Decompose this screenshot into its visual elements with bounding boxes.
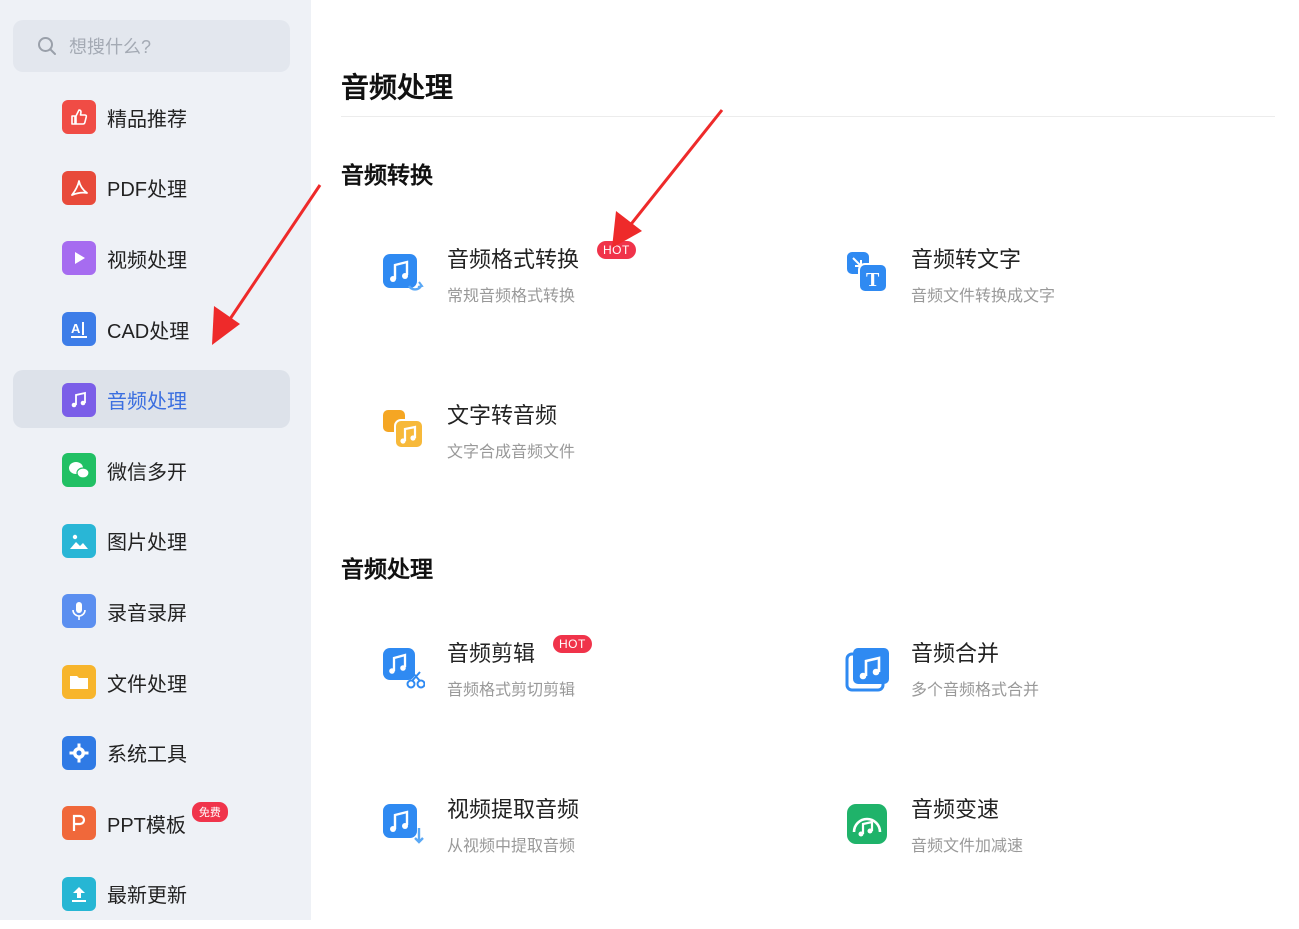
main-panel: 音频处理 音频转换 音频格式转换 HOT 常规音频格式转换 T 音频转文字 音频…: [311, 14, 1275, 920]
svg-text:A: A: [71, 321, 81, 336]
tool-text-to-audio[interactable]: 文字转音频 文字合成音频文件: [381, 390, 761, 470]
search-icon: [38, 37, 56, 55]
sidebar-item-file[interactable]: 文件处理: [0, 647, 311, 718]
gear-icon: [62, 735, 96, 770]
free-badge: 免费: [191, 802, 228, 823]
image-icon: [62, 523, 96, 558]
section-title: 音频转换: [341, 162, 433, 188]
sidebar-item-video[interactable]: 视频处理: [0, 223, 311, 294]
wechat-icon: [62, 453, 96, 488]
tool-name: 音频格式转换: [447, 247, 580, 272]
tool-audio-cut[interactable]: 音频剪辑 HOT 音频格式剪切剪辑: [381, 628, 761, 708]
sidebar-item-recommended[interactable]: 精品推荐: [0, 82, 311, 153]
tool-description: 音频格式剪切剪辑: [447, 682, 576, 699]
svg-text:T: T: [866, 269, 880, 291]
tool-description: 多个音频格式合并: [911, 682, 1040, 699]
sidebar-item-label: 录音录屏: [107, 602, 187, 625]
sidebar-item-updates[interactable]: 最新更新: [0, 859, 311, 929]
sidebar-item-label: 系统工具: [107, 744, 187, 767]
sidebar-item-label: 精品推荐: [107, 108, 187, 131]
sidebar-item-pdf[interactable]: PDF处理: [0, 153, 311, 224]
sidebar-item-label: PPT模板: [107, 814, 186, 837]
hot-badge: HOT: [553, 635, 592, 653]
tool-video-extract-audio[interactable]: 视频提取音频 从视频中提取音频: [381, 784, 761, 864]
sidebar-item-label: 最新更新: [107, 885, 187, 908]
sidebar-item-label: CAD处理: [107, 320, 190, 343]
search-input[interactable]: 想搜什么?: [13, 20, 290, 72]
sidebar-item-system[interactable]: 系统工具: [0, 717, 311, 788]
search-placeholder: 想搜什么?: [69, 37, 152, 57]
upload-icon: [62, 876, 96, 911]
tool-audio-format-convert[interactable]: 音频格式转换 HOT 常规音频格式转换: [381, 234, 761, 314]
ppt-icon: [62, 806, 96, 841]
tool-description: 常规音频格式转换: [447, 288, 576, 305]
sidebar: 想搜什么? 精品推荐 PDF处理 视频处理 A CAD处理 音频处理 微信多开 …: [0, 0, 311, 920]
sidebar-item-label: 音频处理: [107, 391, 187, 414]
tool-audio-speed[interactable]: 音频变速 音频文件加减速: [845, 784, 1225, 864]
page-title: 音频处理: [341, 72, 454, 103]
thumbs-up-icon: [62, 100, 96, 135]
folder-icon: [62, 665, 96, 700]
audio-speed-icon: [845, 800, 889, 848]
tool-name: 音频剪辑: [447, 641, 536, 666]
tool-name: 音频合并: [911, 641, 1000, 666]
tool-description: 从视频中提取音频: [447, 838, 576, 855]
sidebar-item-cad[interactable]: A CAD处理: [0, 294, 311, 365]
tool-description: 音频文件加减速: [911, 838, 1024, 855]
sidebar-item-image[interactable]: 图片处理: [0, 506, 311, 577]
sidebar-item-label: 视频处理: [107, 249, 187, 272]
tool-name: 音频转文字: [911, 247, 1022, 272]
section-title: 音频处理: [341, 556, 433, 582]
tool-audio-merge[interactable]: 音频合并 多个音频格式合并: [845, 628, 1225, 708]
sidebar-item-label: 微信多开: [107, 461, 187, 484]
tool-name: 文字转音频: [447, 403, 558, 428]
audio-convert-icon: [381, 250, 425, 298]
sidebar-item-audio[interactable]: 音频处理: [0, 364, 311, 435]
tool-audio-to-text[interactable]: T 音频转文字 音频文件转换成文字: [845, 234, 1225, 314]
microphone-icon: [62, 594, 96, 629]
video-extract-audio-icon: [381, 800, 425, 848]
sidebar-item-record[interactable]: 录音录屏: [0, 576, 311, 647]
sidebar-item-label: PDF处理: [107, 179, 187, 202]
sidebar-nav: 精品推荐 PDF处理 视频处理 A CAD处理 音频处理 微信多开 图片处理 录…: [0, 82, 311, 929]
text-to-audio-icon: [381, 406, 425, 454]
hot-badge: HOT: [597, 241, 636, 259]
sidebar-item-label: 文件处理: [107, 673, 187, 696]
sidebar-item-label: 图片处理: [107, 532, 187, 555]
tool-name: 视频提取音频: [447, 797, 580, 822]
audio-to-text-icon: T: [845, 250, 889, 298]
audio-merge-icon: [845, 644, 889, 692]
music-icon: [62, 382, 96, 417]
tool-description: 音频文件转换成文字: [911, 288, 1056, 305]
play-icon: [62, 241, 96, 276]
audio-cut-icon: [381, 644, 426, 692]
sidebar-item-wechat[interactable]: 微信多开: [0, 435, 311, 506]
tool-description: 文字合成音频文件: [447, 444, 576, 461]
pdf-icon: [62, 170, 96, 205]
divider: [341, 116, 1275, 117]
cad-icon: A: [62, 312, 96, 347]
tool-name: 音频变速: [911, 797, 1000, 822]
sidebar-item-ppt[interactable]: PPT模板 免费: [0, 788, 311, 859]
